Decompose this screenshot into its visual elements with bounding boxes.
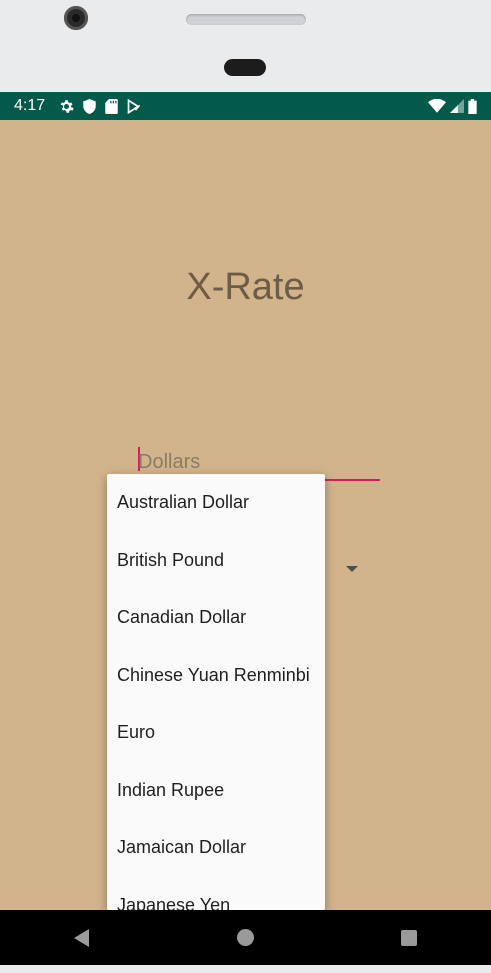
dropdown-item-australian-dollar[interactable]: Australian Dollar — [107, 474, 325, 532]
status-time: 4:17 — [14, 97, 46, 114]
front-camera — [64, 6, 88, 30]
dropdown-item-chinese-yuan-renminbi[interactable]: Chinese Yuan Renminbi — [107, 647, 325, 705]
dropdown-item-euro[interactable]: Euro — [107, 704, 325, 762]
sd-card-icon — [105, 98, 118, 114]
navigation-bar — [0, 910, 491, 965]
earpiece-speaker — [186, 14, 306, 25]
app-title: X-Rate — [186, 266, 305, 308]
signal-icon — [450, 99, 464, 113]
dropdown-item-british-pound[interactable]: British Pound — [107, 532, 325, 590]
dollars-input-placeholder: Dollars — [138, 451, 201, 473]
recents-button[interactable] — [389, 918, 429, 958]
settings-icon — [59, 99, 74, 114]
dropdown-item-jamaican-dollar[interactable]: Jamaican Dollar — [107, 819, 325, 877]
back-icon — [74, 928, 90, 947]
status-system-icons — [428, 98, 477, 114]
app-screen: X-Rate Dollars Australian Dollar British… — [0, 120, 491, 910]
status-bar: 4:17 — [0, 92, 491, 120]
back-button[interactable] — [62, 918, 102, 958]
currency-dropdown-list: Australian Dollar British Pound Canadian… — [107, 474, 325, 910]
dropdown-item-japanese-yen[interactable]: Japanese Yen — [107, 877, 325, 910]
home-button[interactable] — [225, 918, 265, 958]
shield-icon — [83, 98, 96, 114]
play-protect-icon — [127, 98, 141, 114]
status-notification-icons — [59, 98, 141, 114]
home-icon — [236, 929, 254, 946]
battery-icon — [468, 98, 477, 114]
currency-spinner-arrow-icon[interactable] — [346, 566, 358, 572]
dropdown-item-indian-rupee[interactable]: Indian Rupee — [107, 762, 325, 820]
device-chin — [0, 965, 491, 973]
device-frame: 4:17 X-Rate Dollars Australian Dollar Br… — [0, 0, 491, 973]
proximity-sensor — [224, 59, 266, 76]
recents-icon — [401, 929, 418, 946]
dropdown-item-canadian-dollar[interactable]: Canadian Dollar — [107, 589, 325, 647]
wifi-icon — [428, 99, 446, 113]
